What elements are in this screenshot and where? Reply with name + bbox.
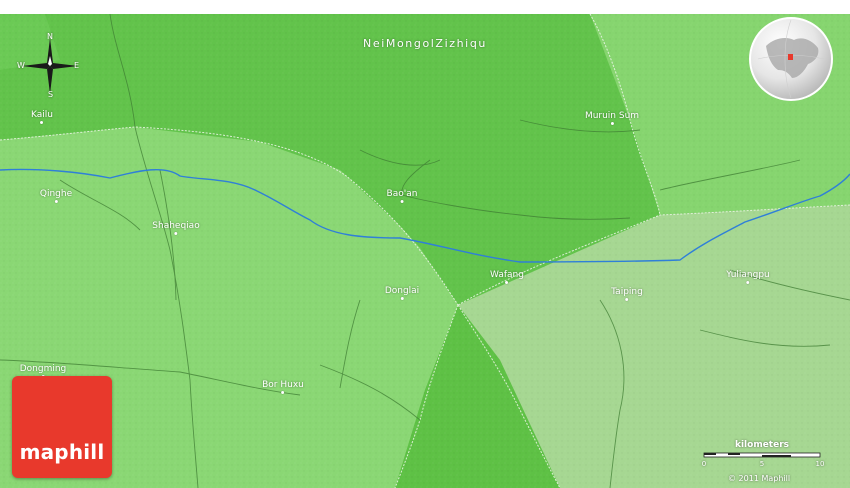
place-dot-icon <box>400 297 404 300</box>
compass-n: N <box>47 32 53 41</box>
place-name: Shaheqiao <box>152 221 200 231</box>
maphill-logo[interactable]: maphill <box>12 376 112 478</box>
compass-s: S <box>48 90 54 99</box>
place-name: Wafang <box>490 270 524 280</box>
place-dot-icon <box>625 298 629 301</box>
locator-globe-icon <box>748 16 834 102</box>
logo-text: maphill <box>19 440 105 464</box>
place-bor-huxu[interactable]: Bor Huxu <box>262 380 304 394</box>
compass-rose-icon: N S E W <box>14 30 86 102</box>
place-name: Yuliangpu <box>726 270 770 280</box>
place-muruin-sum[interactable]: Muruin Sum <box>585 111 639 125</box>
place-kailu[interactable]: Kailu <box>31 110 53 124</box>
place-dot-icon <box>281 391 285 394</box>
place-taiping[interactable]: Taiping <box>611 287 643 301</box>
scale-tick-10: 10 <box>815 460 825 468</box>
place-name: Bor Huxu <box>262 380 304 390</box>
scale-tick-0: 0 <box>701 460 707 468</box>
place-dot-icon <box>54 200 58 203</box>
place-dot-icon <box>174 232 178 235</box>
terrain-layer <box>0 0 850 488</box>
place-name: Donglai <box>384 286 420 296</box>
place-name: Kailu <box>31 110 53 120</box>
place-name: Dongming <box>19 364 67 374</box>
compass-w: W <box>17 61 25 70</box>
place-wafang[interactable]: Wafang <box>490 270 524 284</box>
place-dot-icon <box>400 200 404 203</box>
place-dot-icon <box>40 121 44 124</box>
place-dot-icon <box>505 281 509 284</box>
place-donglai[interactable]: Donglai <box>385 286 419 300</box>
place-name: Qinghe <box>39 189 73 199</box>
place-dot-icon <box>746 281 750 284</box>
place-name: Muruin Sum <box>584 111 640 121</box>
copyright-text: © 2011 Maphill <box>728 474 791 483</box>
place-yuliangpu[interactable]: Yuliangpu <box>726 270 770 284</box>
place-baoan[interactable]: Bao'an <box>386 189 418 203</box>
place-name: Taiping <box>611 287 643 297</box>
compass-e: E <box>74 61 80 70</box>
map-view[interactable]: NeiMongolZizhiqu Kailu Muruin Sum Qinghe… <box>0 0 850 488</box>
region-label: NeiMongolZizhiqu <box>363 37 487 50</box>
scale-tick-5: 5 <box>759 460 765 468</box>
place-dot-icon <box>610 122 614 125</box>
scale-ruler <box>703 452 821 458</box>
place-qinghe[interactable]: Qinghe <box>40 189 72 203</box>
scale-title: kilometers <box>734 440 790 450</box>
place-shaheqiao[interactable]: Shaheqiao <box>152 221 200 235</box>
place-name: Bao'an <box>386 189 418 199</box>
